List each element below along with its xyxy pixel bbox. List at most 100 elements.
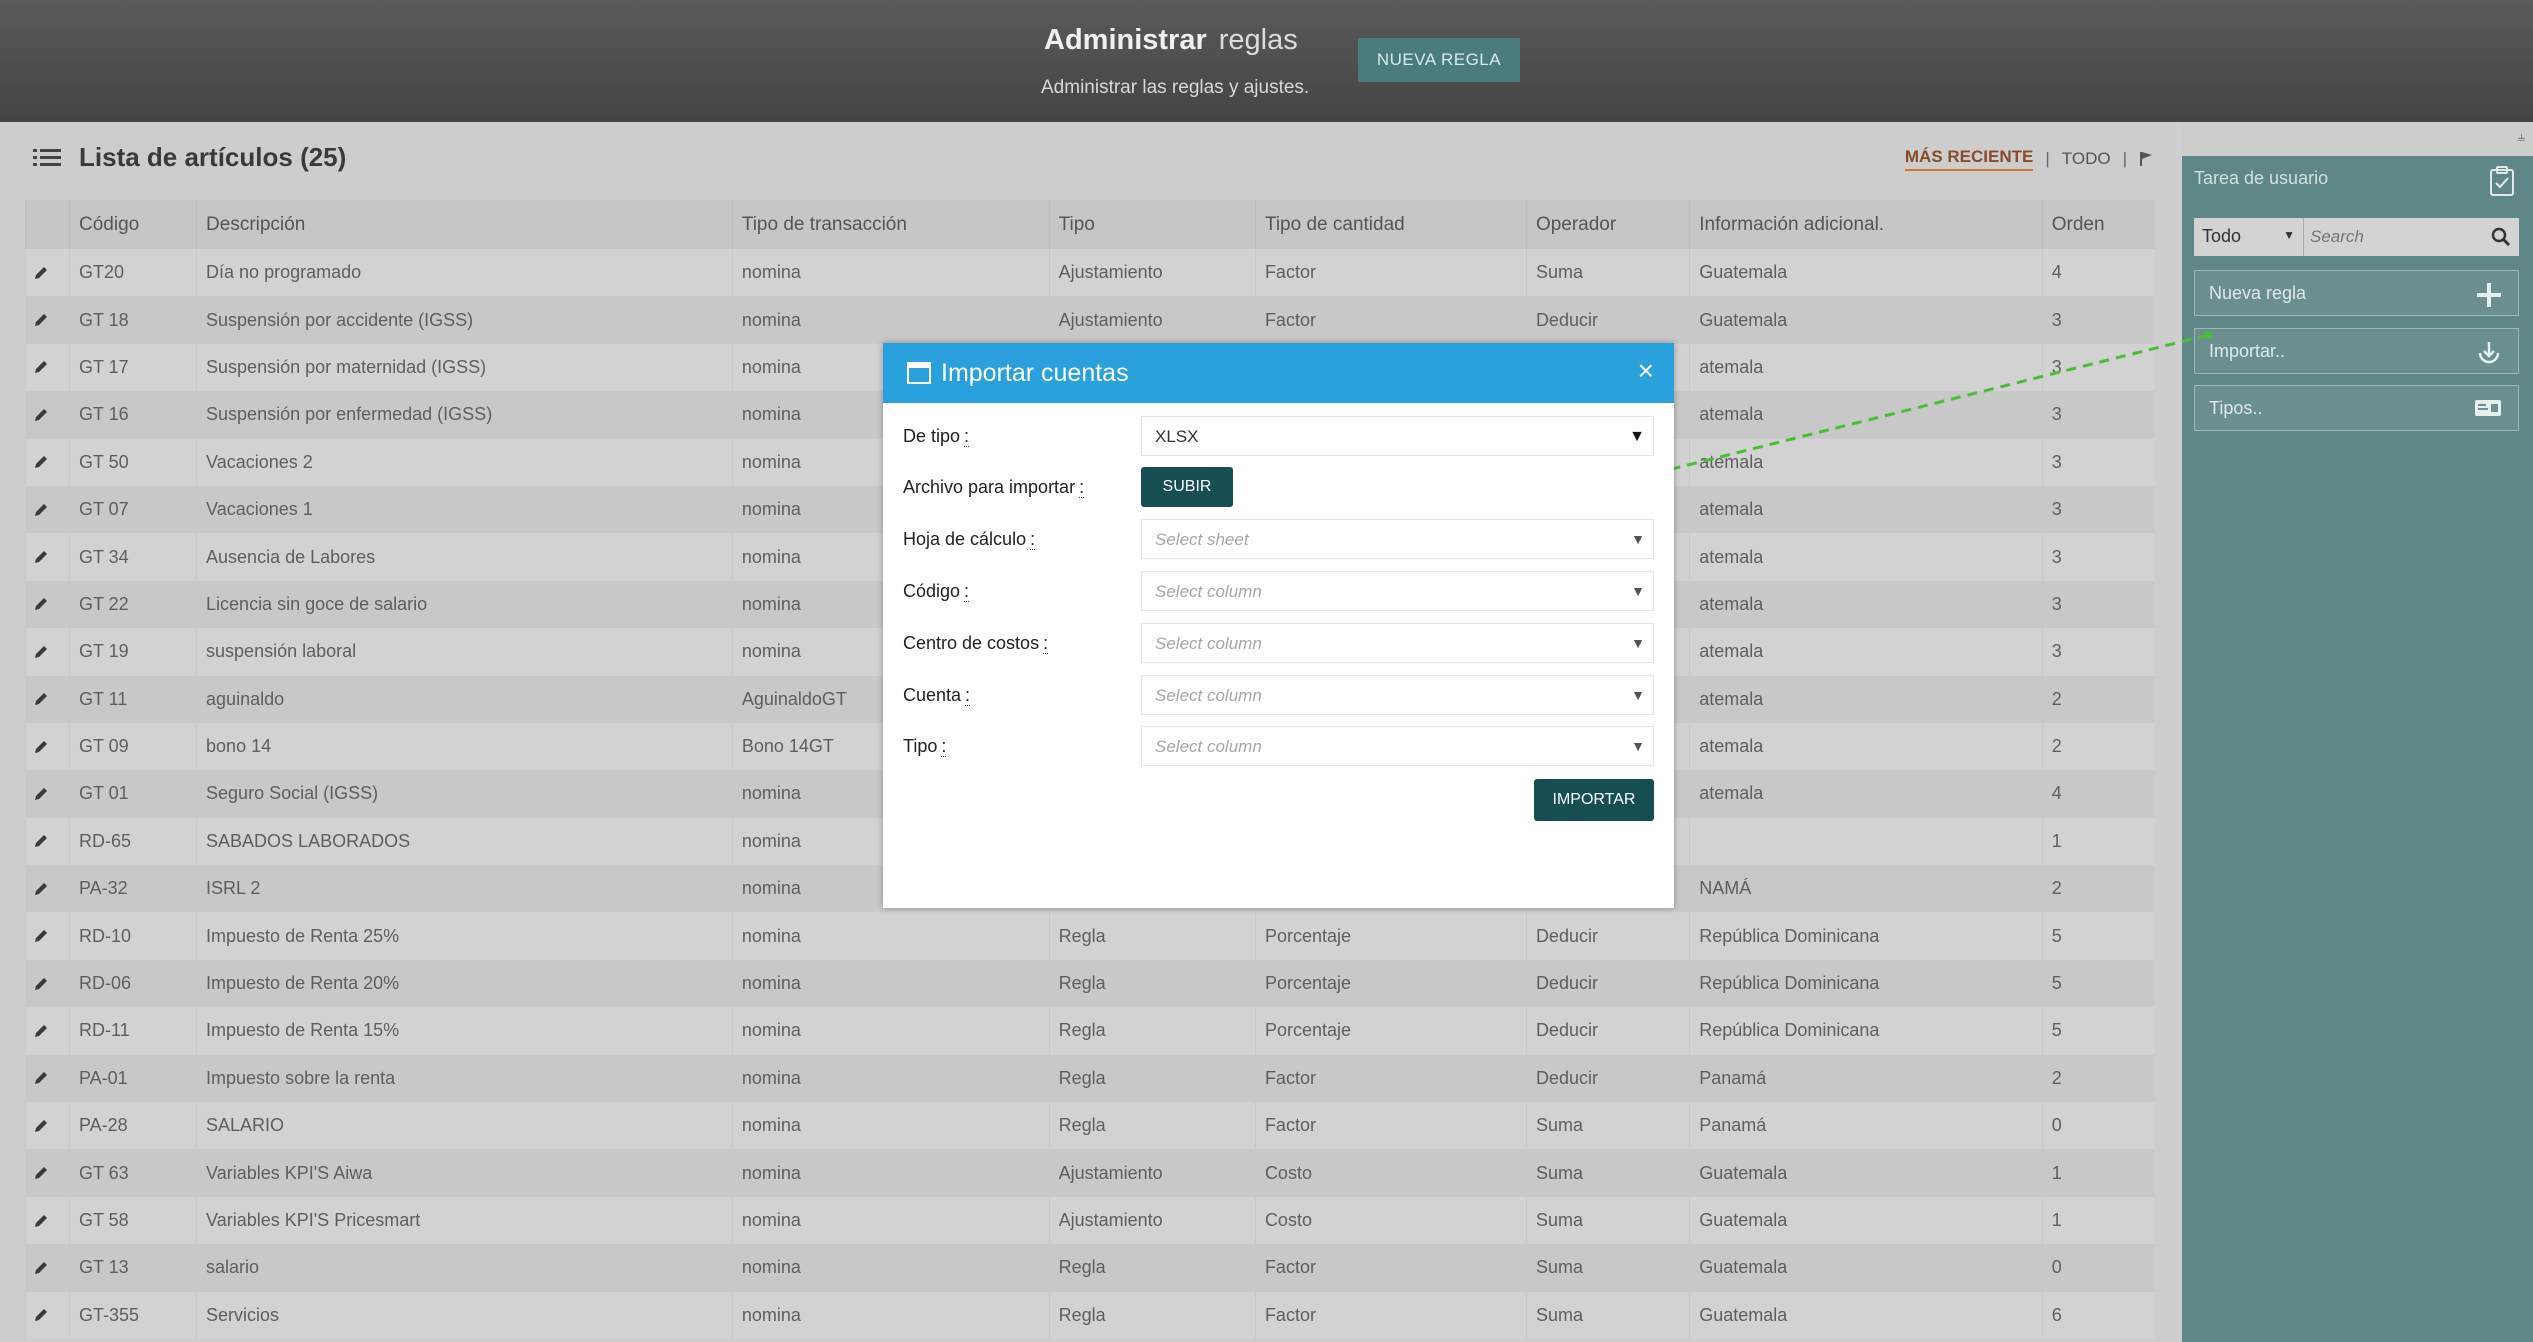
edit-cell[interactable] xyxy=(25,912,70,960)
table-row[interactable]: GT20 Día no programado nomina Ajustamiento F… xyxy=(25,249,2155,297)
table-cell: Deducir xyxy=(1525,912,1690,960)
table-row[interactable]: RD-06 Impuesto de Renta 20% nomina Regla Por… xyxy=(25,959,2155,1008)
column-header[interactable]: Código xyxy=(68,200,197,249)
edit-cell[interactable] xyxy=(25,1149,70,1197)
cost-center-column-select[interactable]: Select column ▼ xyxy=(1141,623,1654,663)
column-header[interactable]: Orden xyxy=(2041,200,2155,249)
edit-pencil-icon[interactable] xyxy=(34,550,48,564)
edit-cell[interactable] xyxy=(25,1007,70,1055)
field-file-type: De tipo: XLSX ▼ xyxy=(903,416,1654,456)
column-header[interactable]: Descripción xyxy=(196,200,733,249)
edit-pencil-icon[interactable] xyxy=(34,1308,48,1322)
task-search-input[interactable] xyxy=(2304,218,2519,256)
edit-cell[interactable] xyxy=(25,1196,70,1245)
import-button[interactable]: IMPORTAR xyxy=(1534,779,1654,821)
edit-pencil-icon[interactable] xyxy=(34,266,48,280)
table-cell: nomina xyxy=(731,296,1050,344)
edit-pencil-icon[interactable] xyxy=(34,929,48,943)
table-cell: 3 xyxy=(2041,438,2155,486)
column-header[interactable]: Información adicional. xyxy=(1689,200,2043,249)
edit-pencil-icon[interactable] xyxy=(34,882,48,896)
edit-pencil-icon[interactable] xyxy=(34,313,48,327)
edit-pencil-icon[interactable] xyxy=(34,408,48,422)
edit-cell[interactable] xyxy=(25,1291,70,1339)
filter-all[interactable]: TODO xyxy=(2062,149,2111,169)
edit-pencil-icon[interactable] xyxy=(34,1214,48,1228)
edit-pencil-icon[interactable] xyxy=(34,740,48,754)
edit-pencil-icon[interactable] xyxy=(34,834,48,848)
kind-column-select[interactable]: Select column ▼ xyxy=(1141,726,1654,766)
edit-cell[interactable] xyxy=(25,1244,70,1292)
edit-cell[interactable] xyxy=(25,628,70,676)
edit-cell[interactable] xyxy=(25,1054,70,1103)
table-cell: nomina xyxy=(731,1007,1050,1055)
edit-cell[interactable] xyxy=(25,722,70,771)
code-column-select[interactable]: Select column ▼ xyxy=(1141,571,1654,611)
table-cell: Ajustamiento xyxy=(1048,1149,1256,1197)
edit-pencil-icon[interactable] xyxy=(34,1261,48,1275)
table-row[interactable]: RD-10 Impuesto de Renta 25% nomina Regla Por… xyxy=(25,912,2155,960)
edit-pencil-icon[interactable] xyxy=(34,1071,48,1085)
table-row[interactable]: GT 18 Suspensión por accidente (IGSS) nomi… xyxy=(25,296,2155,344)
edit-cell[interactable] xyxy=(25,296,70,344)
edit-cell[interactable] xyxy=(25,343,70,392)
edit-cell[interactable] xyxy=(25,770,70,818)
edit-pencil-icon[interactable] xyxy=(34,692,48,706)
edit-pencil-icon[interactable] xyxy=(34,787,48,801)
side-new-rule-button[interactable]: Nueva regla xyxy=(2194,270,2519,316)
side-types-button[interactable]: Tipos.. xyxy=(2194,385,2519,431)
edit-cell[interactable] xyxy=(25,249,70,297)
table-cell: Suspensión por accidente (IGSS) xyxy=(196,296,733,344)
edit-cell[interactable] xyxy=(25,533,70,581)
edit-cell[interactable] xyxy=(25,865,70,913)
new-rule-button[interactable]: NUEVA REGLA xyxy=(1358,38,1520,82)
edit-pencil-icon[interactable] xyxy=(34,1024,48,1038)
table-cell: 0 xyxy=(2041,1244,2155,1292)
pin-icon[interactable]: ⫨ xyxy=(2517,128,2525,145)
table-row[interactable]: RD-11 Impuesto de Renta 15% nomina Regla Por… xyxy=(25,1007,2155,1055)
caret-down-icon: ▼ xyxy=(1631,738,1645,754)
edit-pencil-icon[interactable] xyxy=(34,597,48,611)
table-header-row: Código Descripción Tipo de transacción Tipo… xyxy=(25,200,2155,249)
edit-pencil-icon[interactable] xyxy=(34,645,48,659)
table-cell: 3 xyxy=(2041,533,2155,581)
table-row[interactable]: GT 63 Variables KPI'S Aiwa nomina Ajustamie… xyxy=(25,1149,2155,1197)
sheet-select[interactable]: Select sheet ▼ xyxy=(1141,519,1654,559)
table-row[interactable]: GT 58 Variables KPI'S Pricesmart nomina Aju… xyxy=(25,1196,2155,1245)
edit-cell[interactable] xyxy=(25,817,70,866)
edit-cell[interactable] xyxy=(25,675,70,723)
column-header[interactable]: Tipo de transacción xyxy=(731,200,1050,249)
column-header[interactable]: Tipo de cantidad xyxy=(1254,200,1527,249)
table-cell: Variables KPI'S Pricesmart xyxy=(196,1196,733,1245)
edit-cell[interactable] xyxy=(25,391,70,439)
table-cell: GT 19 xyxy=(68,628,197,676)
close-icon[interactable]: × xyxy=(1638,357,1654,385)
edit-cell[interactable] xyxy=(25,485,70,534)
edit-cell[interactable] xyxy=(25,959,70,1008)
table-row[interactable]: PA-28 SALARIO nomina Regla Factor Suma Panamá 0 xyxy=(25,1102,2155,1150)
filter-flag-icon[interactable] xyxy=(2139,151,2153,167)
edit-pencil-icon[interactable] xyxy=(34,503,48,517)
side-import-button[interactable]: Importar.. xyxy=(2194,328,2519,374)
file-type-select[interactable]: XLSX ▼ xyxy=(1141,416,1654,456)
filter-most-recent[interactable]: MÁS RECIENTE xyxy=(1904,147,2034,171)
edit-cell[interactable] xyxy=(25,1102,70,1150)
edit-pencil-icon[interactable] xyxy=(34,977,48,991)
column-header[interactable]: Operador xyxy=(1525,200,1690,249)
upload-button[interactable]: SUBIR xyxy=(1141,467,1233,507)
account-column-select[interactable]: Select column ▼ xyxy=(1141,675,1654,715)
edit-cell[interactable] xyxy=(25,438,70,486)
edit-pencil-icon[interactable] xyxy=(34,1166,48,1180)
table-row[interactable]: GT-355 Servicios nomina Regla Factor Suma Guat… xyxy=(25,1291,2155,1339)
table-row[interactable]: PA-01 Impuesto sobre la renta nomina Regla F… xyxy=(25,1054,2155,1103)
column-header[interactable]: Tipo xyxy=(1048,200,1256,249)
search-icon[interactable] xyxy=(2491,227,2511,247)
table-cell: Impuesto de Renta 25% xyxy=(196,912,733,960)
table-cell: Deducir xyxy=(1525,1007,1690,1055)
table-row[interactable]: GT 13 salario nomina Regla Factor Suma Guatema… xyxy=(25,1244,2155,1292)
edit-pencil-icon[interactable] xyxy=(34,1119,48,1133)
edit-pencil-icon[interactable] xyxy=(34,455,48,469)
task-filter-select[interactable]: Todo ▼ xyxy=(2194,218,2304,256)
edit-pencil-icon[interactable] xyxy=(34,360,48,374)
edit-cell[interactable] xyxy=(25,580,70,629)
